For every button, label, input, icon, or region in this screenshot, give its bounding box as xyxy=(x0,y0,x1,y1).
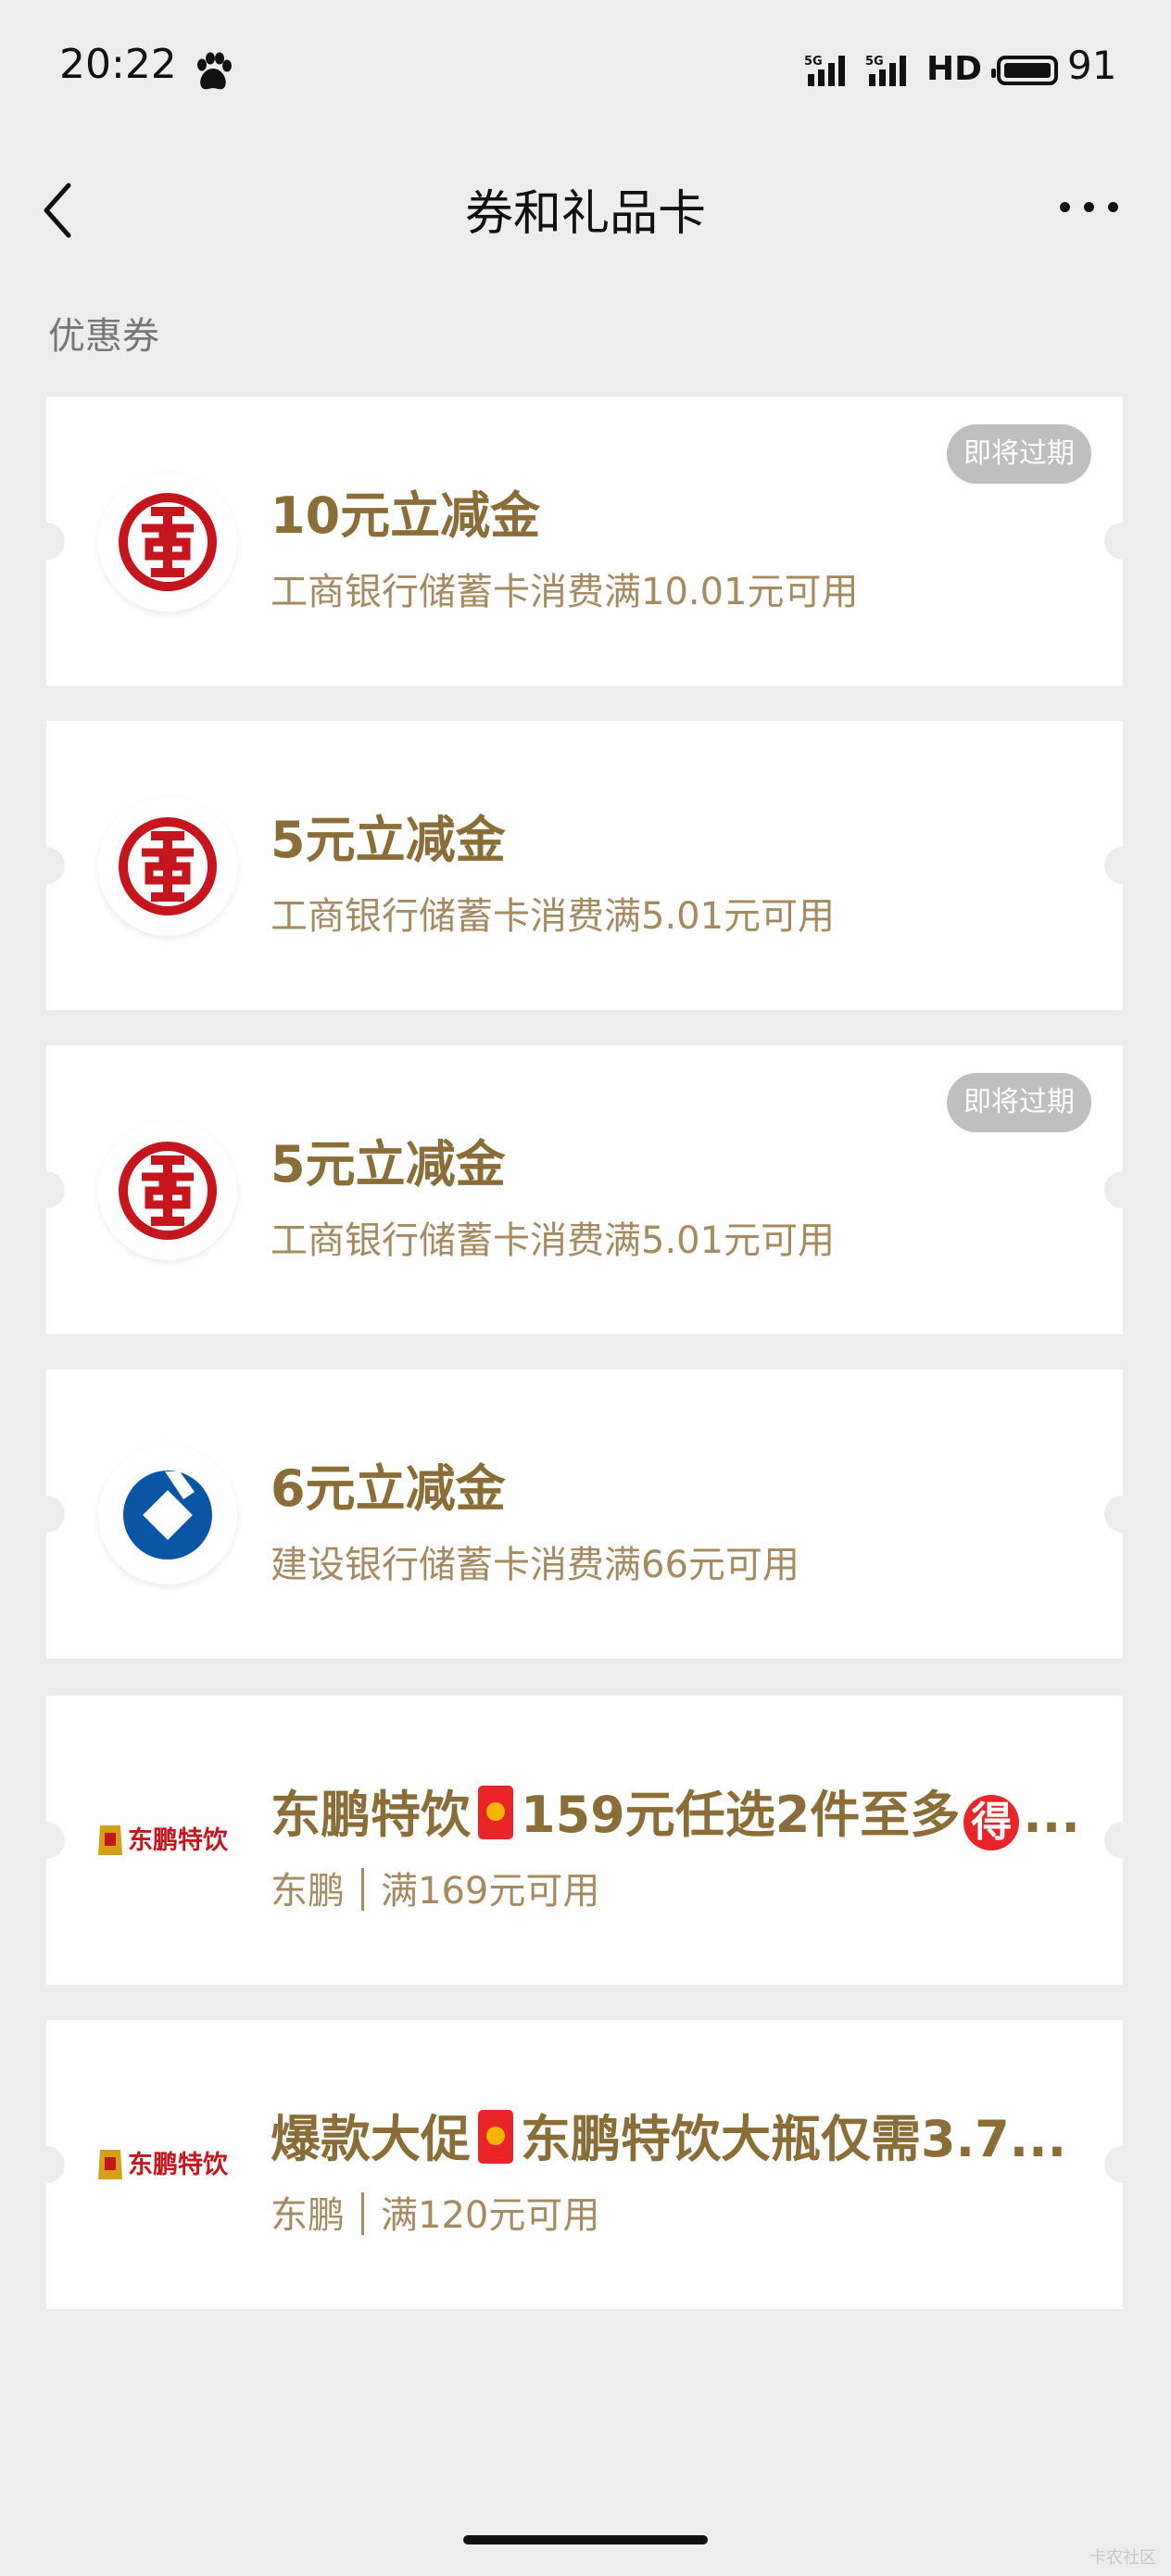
coupon-title: 10元立减金 xyxy=(271,486,541,545)
signal-5g-icon: 5G xyxy=(804,55,845,86)
coupon-title: 6元立减金 xyxy=(271,1459,506,1518)
page-title: 券和礼品卡 xyxy=(464,186,706,242)
dongpeng-logo-icon: 东鹏特饮 xyxy=(98,2150,229,2179)
coupon-card[interactable]: 6元立减金 建设银行储蓄卡消费满66元可用 xyxy=(28,1370,1141,1659)
icbc-logo-icon xyxy=(98,797,237,936)
icbc-logo-icon xyxy=(98,473,237,612)
more-icon[interactable] xyxy=(1060,196,1119,219)
svg-text:东鹏特饮: 东鹏特饮 xyxy=(128,2150,229,2179)
coupon-card[interactable]: 5元立减金 工商银行储蓄卡消费满5.01元可用 xyxy=(28,721,1141,1010)
svg-text:5G: 5G xyxy=(804,55,823,69)
coupon-card[interactable]: 东鹏特饮 爆款大促 东鹏特饮大瓶仅需3.7... 东鹏 满120元可用 xyxy=(28,2020,1141,2309)
nav-bar: 券和礼品卡 xyxy=(0,158,1171,259)
battery-level: 91 xyxy=(1067,43,1117,88)
svg-text:东鹏特饮: 东鹏特饮 xyxy=(128,1825,229,1855)
coupon-title: 5元立减金 xyxy=(271,811,506,869)
coupon-title: 5元立减金 xyxy=(271,1135,506,1193)
coupon-description: 建设银行储蓄卡消费满66元可用 xyxy=(271,1544,800,1586)
coupon-description: 工商银行储蓄卡消费满5.01元可用 xyxy=(271,1219,836,1262)
coupon-description: 工商银行储蓄卡消费满10.01元可用 xyxy=(271,571,859,613)
red-envelope-icon xyxy=(478,1786,513,1839)
coupon-card[interactable]: 东鹏特饮 东鹏特饮 159元任选2件至多得... 东鹏 满169元可用 xyxy=(28,1696,1141,1985)
expiring-badge: 即将过期 xyxy=(947,424,1091,484)
svg-text:5G: 5G xyxy=(865,55,884,69)
battery-icon xyxy=(991,56,1058,85)
expiring-badge: 即将过期 xyxy=(947,1073,1091,1132)
ccb-logo-icon xyxy=(98,1446,237,1585)
dongpeng-logo-icon: 东鹏特饮 xyxy=(98,1825,229,1855)
coupon-card[interactable]: 10元立减金 工商银行储蓄卡消费满10.01元可用 即将过期 xyxy=(28,397,1141,686)
red-envelope-icon xyxy=(478,2110,513,2164)
de-badge-icon: 得 xyxy=(963,1795,1020,1850)
signal-5g-icon: 5G xyxy=(865,55,906,86)
coupon-title: 东鹏特饮 159元任选2件至多得... xyxy=(271,1774,1080,1850)
hd-indicator: HD xyxy=(926,50,983,88)
status-time: 20:22 xyxy=(59,41,177,88)
section-title: 优惠券 xyxy=(48,315,159,358)
watermark: 卡农社区 xyxy=(1089,2548,1156,2568)
coupon-description: 东鹏 满120元可用 xyxy=(271,2192,600,2237)
coupon-description: 东鹏 满169元可用 xyxy=(271,1868,600,1913)
coupon-title: 爆款大促 东鹏特饮大瓶仅需3.7... xyxy=(271,2110,1067,2168)
home-indicator[interactable] xyxy=(463,2535,708,2544)
status-bar: 20:22 5G 5G HD 91 xyxy=(0,0,1171,139)
baidu-paw-icon xyxy=(197,52,232,90)
coupon-description: 工商银行储蓄卡消费满5.01元可用 xyxy=(271,895,836,938)
icbc-logo-icon xyxy=(98,1121,237,1260)
coupon-card[interactable]: 5元立减金 工商银行储蓄卡消费满5.01元可用 即将过期 xyxy=(28,1045,1141,1334)
